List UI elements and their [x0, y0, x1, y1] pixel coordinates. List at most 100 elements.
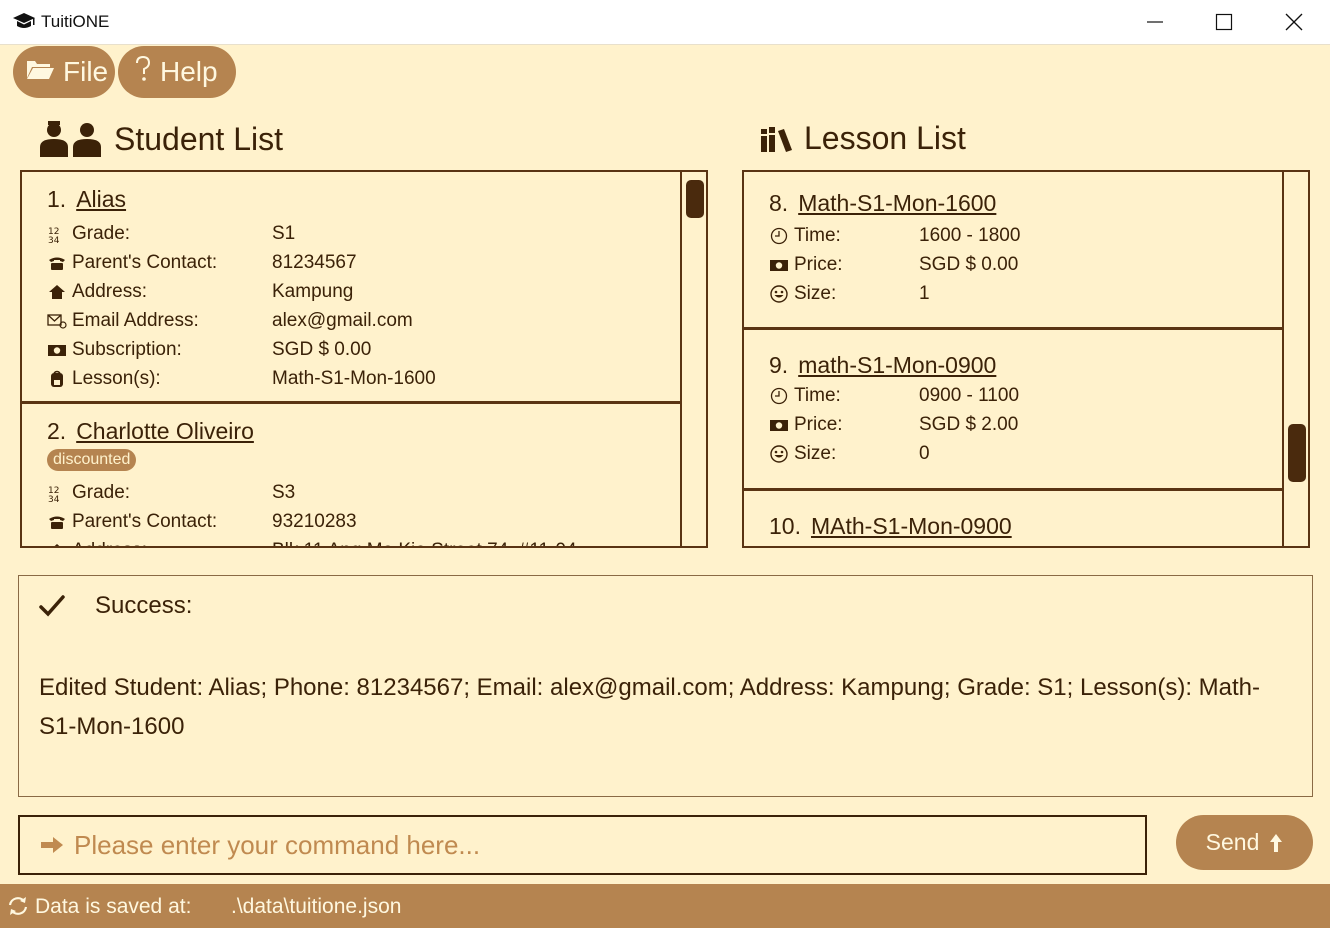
- student-list-title: Student List: [114, 120, 283, 157]
- lesson-list-scrollbar[interactable]: [1282, 172, 1308, 546]
- student-name: Charlotte Oliveiro: [76, 418, 254, 444]
- lesson-list-scroll-thumb[interactable]: [1288, 424, 1306, 482]
- maximize-button[interactable]: [1189, 0, 1259, 44]
- grade-label: Grade:: [72, 481, 131, 503]
- time-label: Time:: [794, 384, 841, 406]
- lesson-code: Math-S1-Mon-1600: [798, 190, 997, 216]
- student-contact-row: Parent's Contact: 93210283: [47, 507, 680, 536]
- student-list-scrollbar[interactable]: [680, 172, 706, 546]
- student-email-value: alex@gmail.com: [272, 309, 413, 331]
- lesson-price-row: Price: SGD $ 0.00: [769, 250, 1282, 279]
- lessons-label: Lesson(s):: [72, 367, 161, 389]
- student-card-2[interactable]: 2. Charlotte Oliveiro discounted 12 34 Grad…: [22, 404, 680, 547]
- lesson-price-value: SGD $ 0.00: [919, 253, 1019, 275]
- status-bar: Data is saved at: .\data\tuitione.json: [0, 884, 1330, 928]
- lesson-code: MAth-S1-Mon-0900: [810, 513, 1012, 539]
- lesson-price-value: SGD $ 2.00: [919, 413, 1019, 435]
- window-title: TuitiONE: [41, 12, 110, 31]
- student-address-row: Address: Kampung: [47, 277, 680, 306]
- maximize-icon: [1215, 13, 1233, 31]
- lesson-size-row: Size: 1: [769, 279, 1282, 308]
- clock-icon: [769, 227, 789, 245]
- svg-text:34: 34: [48, 236, 60, 243]
- price-label: Price:: [794, 413, 843, 435]
- lesson-card-9[interactable]: 9. math-S1-Mon-0900 Time: 0900 - 1100 Pri…: [744, 330, 1282, 491]
- student-card-1[interactable]: 1. Alias 12 34 Grade: S1 Parent's Contact: …: [22, 172, 680, 404]
- student-grade-value: S1: [272, 222, 296, 244]
- student-contact-value: 81234567: [272, 251, 357, 273]
- price-label: Price:: [794, 253, 843, 275]
- sync-icon: [7, 896, 29, 916]
- graduation-cap-icon: [12, 11, 36, 33]
- student-grade-value: S3: [272, 481, 296, 503]
- student-list[interactable]: 1. Alias 12 34 Grade: S1 Parent's Contact: …: [20, 170, 708, 548]
- result-status-label: Success:: [95, 592, 193, 619]
- books-icon: [760, 125, 794, 153]
- arrow-up-icon: [1269, 833, 1283, 853]
- address-label: Address:: [72, 280, 147, 302]
- grade-icon: 12 34: [47, 225, 67, 243]
- student-index: 1.: [47, 186, 67, 212]
- student-address-value: Kampung: [272, 280, 354, 302]
- student-grade-row: 12 34 Grade: S1: [47, 219, 680, 248]
- student-list-scroll-thumb[interactable]: [686, 180, 704, 218]
- time-label: Time:: [794, 224, 841, 246]
- student-contact-row: Parent's Contact: 81234567: [47, 248, 680, 277]
- student-email-row: Email Address: alex@gmail.com: [47, 306, 680, 335]
- result-status: Success:: [39, 592, 192, 620]
- student-name: Alias: [76, 186, 127, 212]
- backpack-icon: [47, 370, 67, 388]
- lesson-time-row: Time: 0900 - 1100: [769, 381, 1282, 410]
- lesson-list-header: Lesson List: [760, 120, 966, 157]
- close-button[interactable]: [1259, 0, 1329, 44]
- student-subscription-row: Subscription: SGD $ 0.00: [47, 335, 680, 364]
- student-card-title: 1. Alias: [47, 186, 680, 213]
- phone-icon: [47, 514, 67, 530]
- minimize-button[interactable]: [1120, 0, 1190, 44]
- grade-label: Grade:: [72, 222, 131, 244]
- send-button[interactable]: Send: [1176, 815, 1313, 870]
- status-path: .\data\tuitione.json: [231, 895, 402, 918]
- command-input[interactable]: [72, 828, 1126, 862]
- lesson-list-title: Lesson List: [804, 120, 966, 156]
- svg-text:34: 34: [48, 495, 60, 502]
- checkmark-icon: [39, 595, 65, 617]
- smiley-icon: [769, 284, 789, 303]
- lesson-time-row: Time: 1600 - 1800: [769, 221, 1282, 250]
- contact-label: Parent's Contact:: [72, 251, 218, 273]
- minimize-icon: [1147, 21, 1163, 23]
- lesson-list[interactable]: 8. Math-S1-Mon-1600 Time: 1600 - 1800 Pri…: [742, 170, 1310, 548]
- lesson-card-8[interactable]: 8. Math-S1-Mon-1600 Time: 1600 - 1800 Pri…: [744, 172, 1282, 330]
- question-icon: [134, 55, 152, 90]
- lesson-index: 8.: [769, 190, 789, 216]
- student-list-header: Student List: [40, 120, 283, 158]
- address-label: Address:: [72, 540, 147, 547]
- file-menu-button[interactable]: File: [13, 46, 115, 98]
- folder-open-icon: [25, 56, 55, 88]
- lesson-size-value: 1: [919, 282, 930, 304]
- title-bar: TuitiONE: [0, 0, 1330, 45]
- student-index: 2.: [47, 418, 67, 444]
- student-lessons-value: Math-S1-Mon-1600: [272, 367, 436, 389]
- close-icon: [1285, 13, 1303, 31]
- size-label: Size:: [794, 282, 837, 304]
- student-grade-row: 12 34 Grade: S3: [47, 478, 680, 507]
- lesson-time-value: 0900 - 1100: [919, 384, 1020, 406]
- status-label: Data is saved at:: [35, 895, 192, 918]
- lesson-card-10[interactable]: 10. MAth-S1-Mon-0900: [744, 491, 1282, 546]
- command-box[interactable]: [18, 815, 1147, 875]
- result-message: Edited Student: Alias; Phone: 81234567; …: [39, 674, 1261, 740]
- student-card-title: 2. Charlotte Oliveiro: [47, 418, 680, 445]
- student-contact-value: 93210283: [272, 510, 357, 532]
- lesson-card-title: 8. Math-S1-Mon-1600: [769, 190, 1282, 217]
- clock-icon: [769, 387, 789, 405]
- result-display: Success: Edited Student: Alias; Phone: 8…: [18, 575, 1313, 797]
- send-label: Send: [1205, 829, 1260, 855]
- lesson-code: math-S1-Mon-0900: [798, 352, 997, 378]
- home-icon: [47, 284, 67, 300]
- file-menu-label: File: [63, 56, 109, 87]
- help-menu-button[interactable]: Help: [118, 46, 236, 98]
- lesson-card-title: 10. MAth-S1-Mon-0900: [769, 513, 1282, 540]
- lesson-size-value: 0: [919, 442, 930, 464]
- grade-icon: 12 34: [47, 484, 67, 502]
